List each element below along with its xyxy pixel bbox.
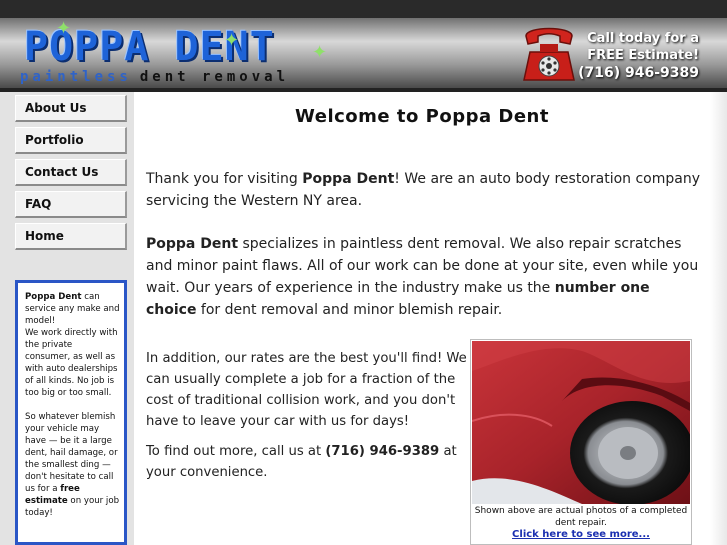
nav-contact-us[interactable]: Contact Us — [15, 159, 127, 186]
contact-text: To find out more, call us at — [146, 444, 326, 459]
repair-photo[interactable] — [472, 341, 690, 504]
services-text-end: for dent removal and minor blemish repai… — [196, 302, 503, 318]
repair-photo-box: Shown above are actual photos of a compl… — [470, 339, 692, 545]
sparkle-icon: ✦ — [312, 42, 328, 63]
nav-faq[interactable]: FAQ — [15, 191, 127, 218]
cta-line-1: Call today for a — [587, 31, 699, 46]
services-paragraph: Poppa Dent specializes in paintless dent… — [146, 233, 701, 321]
sparkle-icon: ✦ — [56, 18, 72, 39]
promo-paragraph-2: So whatever blemish your vehicle may hav… — [25, 411, 120, 519]
rates-paragraph: In addition, our rates are the best you'… — [146, 351, 467, 429]
promo-brand: Poppa Dent — [25, 292, 82, 302]
right-edge-shadow — [710, 92, 727, 545]
promo-box: Poppa Dent can service any make and mode… — [15, 280, 127, 545]
logo-tagline-word-1: paintless — [20, 69, 132, 85]
intro-paragraph: Thank you for visiting Poppa Dent! We ar… — [146, 168, 701, 212]
services-brand: Poppa Dent — [146, 236, 239, 252]
sidebar: About Us Portfolio Contact Us FAQ Home P… — [0, 92, 134, 545]
contact-phone: (716) 946-9389 — [325, 444, 440, 459]
site-header: POPPA DENT ✦ ✦ ✦ paintless dent removal C… — [0, 0, 727, 92]
cta-line-2: FREE Estimate! — [587, 48, 699, 63]
nav-portfolio[interactable]: Portfolio — [15, 127, 127, 154]
contact-paragraph: To find out more, call us at (716) 946-9… — [146, 441, 476, 483]
cta-phone[interactable]: (716) 946-9389 — [578, 64, 699, 82]
call-to-action: Call today for a FREE Estimate! (716) 94… — [578, 30, 699, 82]
intro-brand: Poppa Dent — [302, 171, 395, 187]
logo-tagline-word-2: dent removal — [139, 69, 290, 85]
see-more-link[interactable]: Click here to see more... — [471, 529, 691, 540]
promo-paragraph-1: Poppa Dent can service any make and mode… — [25, 291, 120, 399]
intro-text: Thank you for visiting — [146, 171, 303, 187]
logo-tagline: paintless dent removal — [20, 69, 289, 85]
nav-home[interactable]: Home — [15, 223, 127, 250]
telephone-icon — [523, 27, 575, 81]
promo-body-start: So whatever blemish your vehicle may hav… — [25, 412, 118, 494]
nav-about-us[interactable]: About Us — [15, 95, 127, 122]
page-title: Welcome to Poppa Dent — [295, 106, 549, 127]
promo-intro-2: We work directly with the private consum… — [25, 328, 118, 398]
header-top-strip — [0, 0, 727, 18]
sparkle-icon: ✦ — [224, 30, 240, 51]
photo-caption: Shown above are actual photos of a compl… — [474, 506, 688, 528]
